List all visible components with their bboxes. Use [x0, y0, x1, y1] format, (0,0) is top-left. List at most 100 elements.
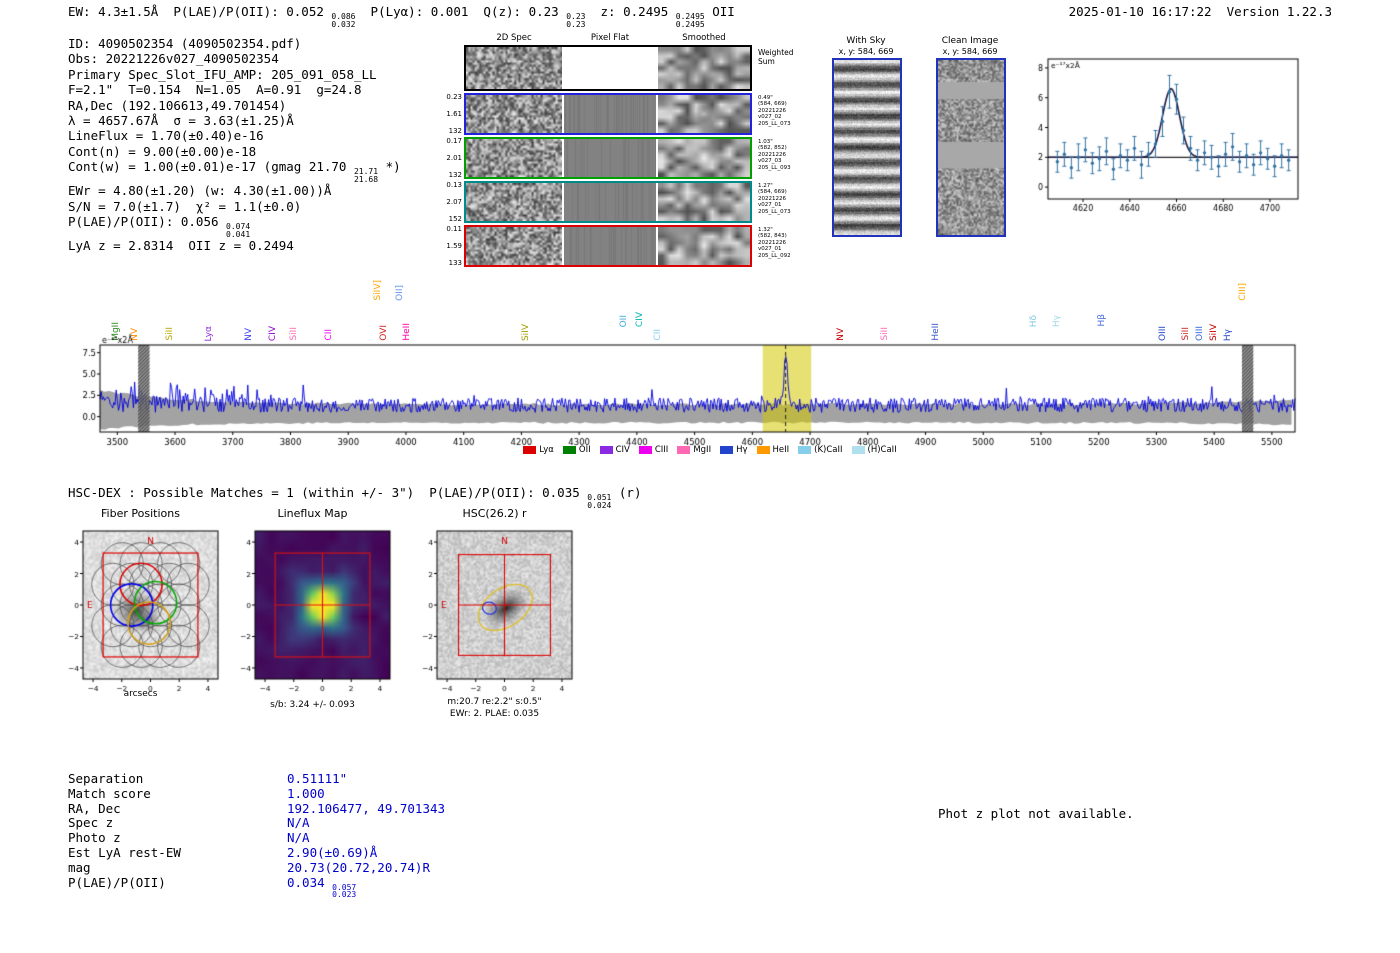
match-value: 0.034 0.057 0.023: [287, 874, 357, 900]
cutout-row-weights: 0.11 1.59 133: [446, 225, 462, 267]
clean-image-title: Clean Image: [941, 36, 999, 46]
legend-swatch: [599, 446, 613, 454]
text-segment: Primary Spec_Slot_IFU_AMP: 205_091_058_L…: [68, 66, 377, 82]
smoothed-image: [658, 95, 750, 133]
match-label: Match score: [68, 785, 151, 801]
text-segment: LineFlux = 1.70(±0.40)e-16: [68, 128, 264, 144]
hsc-caption-1: m:20.7 re:2.2" s:0.5": [447, 697, 542, 707]
text-segment: N/A: [287, 815, 310, 831]
legend-swatch: [756, 446, 770, 454]
legend-label: Hγ: [736, 445, 748, 455]
legend-item: Hγ: [720, 445, 748, 455]
cutout-row-note: 1.32" (582, 843) 20221226 v027_01 205_LL_092: [758, 227, 791, 259]
legend-swatch: [677, 446, 691, 454]
legend-item: (H)CaII: [851, 445, 897, 455]
text-segment: 1.000: [287, 785, 325, 801]
cutout-row: [464, 225, 752, 267]
match-label: RA, Dec: [68, 800, 121, 816]
text-segment: (r): [611, 485, 642, 500]
spec2d-image: [466, 139, 562, 177]
info-line: LineFlux = 1.70(±0.40)e-16: [68, 128, 401, 143]
legend-item: Lyα: [523, 445, 554, 455]
text-segment: RA,Dec (192.106613,49.701454): [68, 97, 287, 113]
line-label-H: Hβ: [1096, 314, 1107, 327]
col-title-pixel-flat: Pixel Flat: [590, 33, 630, 43]
info-line: ID: 4090502354 (4090502354.pdf): [68, 36, 401, 51]
legend-swatch: [851, 446, 865, 454]
uncertainty-fraction: 0.23 0.23: [566, 12, 586, 29]
match-table-row: Match score 1.000: [68, 785, 445, 802]
cutout-row-weights: 0.23 1.61 132: [446, 93, 462, 135]
smoothed-image: [658, 47, 750, 89]
legend-swatch: [638, 446, 652, 454]
text-segment: 2.90(±0.69)Å: [287, 844, 378, 860]
col-title-smoothed: Smoothed: [682, 33, 726, 43]
info-line: EWr = 4.80(±1.20) (w: 4.30(±1.00))Å: [68, 183, 401, 198]
legend-item: CIII: [638, 445, 668, 455]
text-segment: z: 0.2495: [585, 4, 676, 19]
line-label-CIII: CIII]: [1238, 283, 1249, 301]
cutout-row-weights: 0.13 2.07 152: [446, 181, 462, 223]
text-segment: Obs: 20221226v027_4090502354: [68, 51, 279, 67]
col-title-2d-spec: 2D Spec: [496, 33, 532, 43]
info-line: F=2.1" T=0.154 N=1.05 A=0.91 g=24.8: [68, 82, 401, 97]
summary-header: EW: 4.3±1.5Å P(LAE)/P(OII): 0.052 0.086 0…: [68, 4, 735, 28]
spec2d-image: [466, 95, 562, 133]
match-value: 20.73(20.72,20.74)R: [287, 860, 430, 876]
legend-swatch: [798, 446, 812, 454]
hsc-r-plot: [412, 524, 577, 696]
legend-label: HeII: [772, 445, 790, 455]
match-table-row: P(LAE)/P(OII) 0.034 0.057 0.023: [68, 874, 445, 900]
pixel-flat-image: [564, 95, 656, 133]
cutout-row: [464, 45, 752, 91]
fiber-xlabel: arcsecs: [123, 689, 158, 699]
cutout-row-note: 1.03" (582, 852) 20221226 v027_03 205_LL_093: [758, 139, 791, 171]
fiber-positions-title: Fiber Positions: [101, 507, 180, 520]
line-label-OII: OII: [619, 314, 630, 327]
cutout-row-weights: 0.17 2.01 132: [446, 137, 462, 179]
match-table-row: Est LyA rest-EW 2.90(±0.69)Å: [68, 844, 445, 861]
match-table-row: mag 20.73(20.72,20.74)R: [68, 860, 445, 876]
legend-label: Lyα: [539, 445, 554, 455]
info-line: RA,Dec (192.106613,49.701454): [68, 98, 401, 113]
info-line: Obs: 20221226v027_4090502354: [68, 51, 401, 66]
text-segment: 0.034: [287, 874, 333, 890]
uncertainty-fraction: 0.074 0.041: [226, 222, 251, 239]
pixel-flat-image: [564, 139, 656, 177]
weighted-sum-label: Weighted Sum: [758, 48, 794, 66]
clean-image-coords: x, y: 584, 669: [942, 47, 998, 56]
uncertainty-fraction: 0.057 0.023: [332, 882, 357, 900]
text-segment: Cont(n) = 9.00(±0.00)e-18: [68, 143, 257, 159]
spec2d-image: [466, 47, 562, 89]
text-segment: ID: 4090502354 (4090502354.pdf): [68, 36, 302, 51]
cutout-row-note: 1.27" (584, 669) 20221226 v027_01 205_LL_073: [758, 183, 791, 215]
text-segment: 0.51111": [287, 771, 348, 786]
photz-note: Phot z plot not available.: [938, 806, 1134, 821]
match-value: 2.90(±0.69)Å: [287, 844, 378, 861]
uncertainty-fraction: 21.71 21.68: [353, 167, 379, 184]
legend-item: (K)CaII: [798, 445, 843, 455]
with-sky-image: [832, 58, 902, 237]
text-segment: S/N = 7.0(±1.7) χ² = 1.1(±0.0): [68, 198, 302, 214]
match-value: 1.000: [287, 785, 325, 802]
spec2d-image: [466, 183, 562, 221]
text-segment: EW: 4.3±1.5Å P(LAE)/P(OII): 0.052: [68, 4, 332, 19]
fiber-positions-plot: [58, 524, 223, 696]
text-segment: EWr = 4.80(±1.20) (w: 4.30(±1.00))Å: [68, 183, 332, 199]
match-value: N/A: [287, 815, 310, 831]
zoom-spectrum-plot: [1022, 53, 1302, 217]
smoothed-image: [658, 139, 750, 177]
legend-swatch: [562, 446, 576, 454]
spec2d-image: [466, 227, 562, 265]
info-line: S/N = 7.0(±1.7) χ² = 1.1(±0.0): [68, 199, 401, 214]
legend-label: OII: [578, 445, 591, 455]
line-label-H: Hγ: [1052, 314, 1063, 327]
clean-image: [936, 58, 1006, 237]
match-value: 0.51111": [287, 771, 348, 787]
match-label: Est LyA rest-EW: [68, 844, 181, 860]
info-line: Cont(w) = 1.00(±0.01)e-17 (gmag 21.70 21…: [68, 159, 401, 183]
text-segment: P(Lyα): 0.001 Q(z): 0.23: [355, 4, 567, 19]
info-line: λ = 4657.67Å σ = 3.63(±1.25)Å: [68, 113, 401, 128]
legend-label: CIV: [615, 445, 630, 455]
cutout-row-note: 0.49" (584, 669) 20221226 v027_02 205_LL_073: [758, 95, 791, 127]
